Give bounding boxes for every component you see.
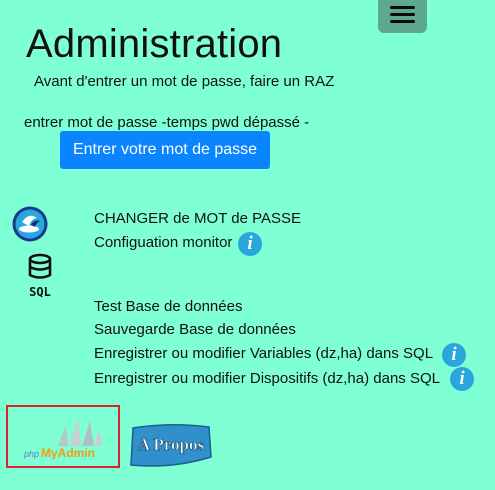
phpmyadmin-prefix: php: [23, 449, 39, 459]
about-label: A Propos: [138, 435, 205, 454]
config-monitor-link[interactable]: Configuation monitor: [94, 234, 232, 251]
page-title: Administration: [26, 22, 283, 66]
sql-database-icon: SQL: [28, 253, 52, 299]
phpmyadmin-logo: php MyAdmin: [23, 417, 103, 460]
test-database-link[interactable]: Test Base de données: [94, 298, 242, 315]
info-icon[interactable]: i: [442, 343, 466, 367]
backup-database-link[interactable]: Sauvegarde Base de données: [94, 321, 296, 338]
info-icon[interactable]: i: [450, 367, 474, 391]
devices-sql-link[interactable]: Enregistrer ou modifier Dispositifs (dz,…: [94, 370, 440, 387]
hamburger-icon-bar: [390, 20, 415, 23]
enter-password-button[interactable]: Entrer votre mot de passe: [60, 131, 270, 169]
phpmyadmin-name: MyAdmin: [41, 446, 95, 460]
about-button[interactable]: A Propos: [128, 423, 212, 469]
password-status-text: entrer mot de passe -temps pwd dépassé -: [24, 114, 310, 131]
variables-sql-link[interactable]: Enregistrer ou modifier Variables (dz,ha…: [94, 345, 433, 362]
reset-notice: Avant d'entrer un mot de passe, faire un…: [34, 73, 335, 90]
sql-icon-label: SQL: [29, 285, 51, 299]
app-logo-icon: [12, 206, 48, 242]
info-icon[interactable]: i: [238, 232, 262, 256]
hamburger-icon: [390, 6, 415, 9]
hamburger-icon-bar: [390, 13, 415, 16]
phpmyadmin-link[interactable]: php MyAdmin: [6, 405, 120, 468]
change-password-link[interactable]: CHANGER de MOT de PASSE: [94, 210, 301, 227]
menu-toggle-button[interactable]: [378, 0, 427, 33]
